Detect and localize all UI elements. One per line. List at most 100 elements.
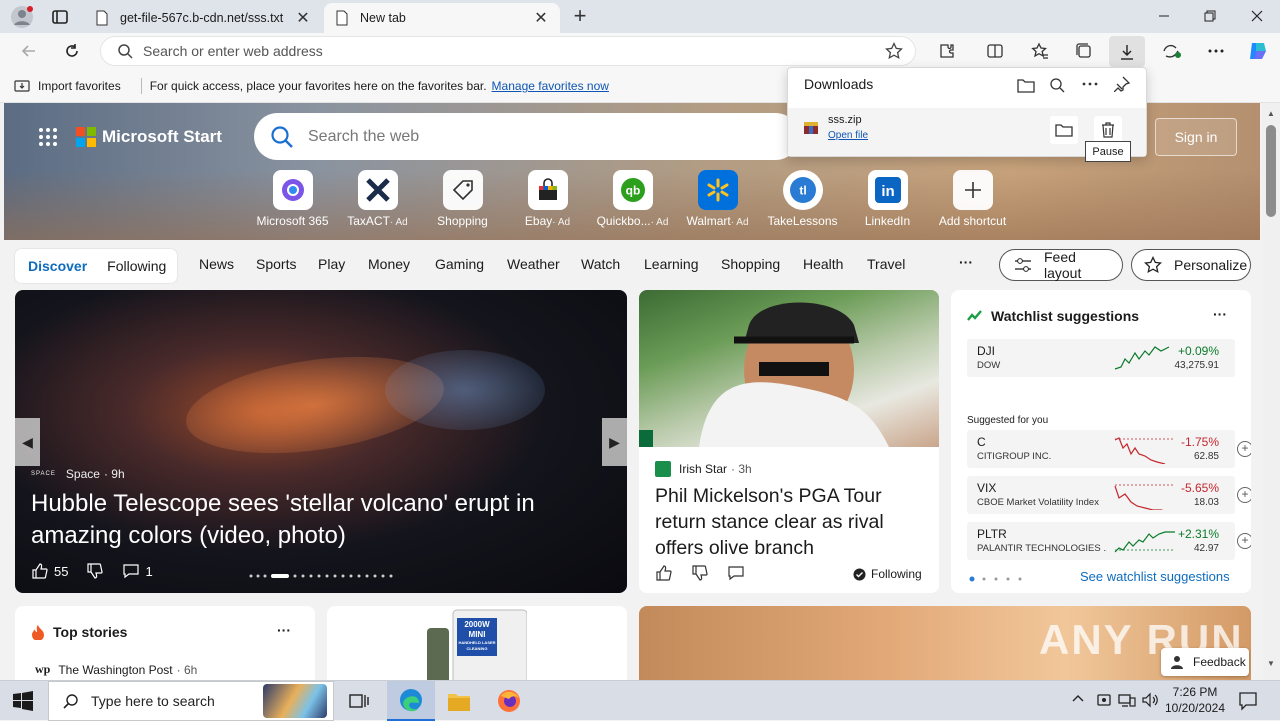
minimize-button[interactable] [1141,0,1187,32]
tab-sss-txt[interactable]: get-file-567c.b-cdn.net/sss.txt ✕ [84,3,322,33]
address-input[interactable]: Search or enter web address [143,43,885,59]
comment-icon[interactable] [727,564,745,582]
profile-avatar-icon[interactable] [10,5,34,29]
nav-learning[interactable]: Learning [644,256,699,272]
top-stories-more-button[interactable]: ··· [277,622,291,638]
shortcut-takelessons[interactable]: tl TakeLessons [760,170,845,228]
stock-row-c[interactable]: C CITIGROUP INC. -1.75% 62.85 + [967,430,1251,468]
image-story-card[interactable]: ANY RUN Feedback [639,606,1251,680]
manage-favorites-link[interactable]: Manage favorites now [492,79,609,93]
downloads-icon[interactable] [1109,36,1145,67]
shortcut-add[interactable]: Add shortcut [930,170,1015,228]
split-screen-icon[interactable] [980,37,1010,65]
feed-layout-button[interactable]: Feed layout [999,249,1123,281]
nav-shopping[interactable]: Shopping [721,256,780,272]
add-to-watchlist-icon[interactable]: + [1237,487,1251,503]
shortcut-walmart[interactable]: Walmart· Ad [675,170,760,228]
personalize-button[interactable]: Personalize [1131,249,1251,281]
microsoft-start-logo[interactable]: Microsoft Start [38,127,222,147]
shortcut-linkedin[interactable]: in LinkedIn [845,170,930,228]
comment-icon[interactable] [122,562,140,580]
settings-more-icon[interactable] [1201,37,1231,65]
carousel-next-button[interactable]: ▶ [602,418,627,466]
new-tab-button[interactable]: + [568,3,592,29]
downloads-more-icon[interactable] [1082,82,1098,86]
network-icon[interactable] [1118,692,1136,708]
back-icon[interactable] [14,37,44,65]
shortcut-microsoft-365[interactable]: Microsoft 365 [250,170,335,228]
tab-actions-icon[interactable] [50,7,70,27]
favorite-star-icon[interactable] [885,42,903,60]
tab-close-icon[interactable]: ✕ [532,8,550,28]
pin-icon[interactable] [1114,76,1130,92]
address-bar[interactable]: Search or enter web address [100,36,916,66]
nav-play[interactable]: Play [318,256,345,272]
extensions-icon[interactable] [932,37,962,65]
taskbar-search[interactable]: Type here to search [48,681,334,721]
shortcut-taxact[interactable]: TaxACT· Ad [335,170,420,228]
add-to-watchlist-icon[interactable]: + [1237,533,1251,549]
nav-health[interactable]: Health [803,256,843,272]
dislike-icon[interactable] [691,564,709,582]
taskbar-clock[interactable]: 7:26 PM 10/20/2024 [1156,684,1234,716]
edge-taskbar-icon[interactable] [387,681,435,721]
nav-watch[interactable]: Watch [581,256,620,272]
like-icon[interactable] [31,562,49,580]
shortcut-quickbooks[interactable]: qb Quickbo...· Ad [590,170,675,228]
nav-more-button[interactable]: ··· [959,254,973,270]
add-to-watchlist-icon[interactable]: + [1237,441,1251,457]
restore-button[interactable] [1187,0,1233,32]
nav-travel[interactable]: Travel [867,256,905,272]
taskbar-search-input[interactable]: Type here to search [91,693,215,709]
web-search-box[interactable]: Search the web [254,113,799,160]
security-tray-icon[interactable] [1096,692,1112,708]
feedback-button[interactable]: Feedback [1161,648,1249,676]
nav-gaming[interactable]: Gaming [435,256,484,272]
notifications-icon[interactable] [1238,691,1258,711]
import-favorites-button[interactable]: Import favorites [38,79,121,93]
start-windows-icon[interactable] [13,691,33,711]
browser-essentials-icon[interactable] [1157,37,1187,65]
nav-sports[interactable]: Sports [256,256,296,272]
watchlist-more-button[interactable]: ··· [1213,306,1227,322]
scroll-up-arrow-icon[interactable]: ▲ [1267,109,1275,118]
scrollbar-thumb[interactable] [1266,125,1276,217]
shortcut-shopping[interactable]: Shopping [420,170,505,228]
hero-story-card[interactable]: ◀ ▶ SPACE Space · 9h Hubble Telescope se… [15,290,627,593]
see-watchlist-link[interactable]: See watchlist suggestions [1080,569,1230,584]
favorites-icon[interactable] [1025,37,1055,65]
carousel-dots[interactable] [248,573,408,579]
tab-following[interactable]: Following [107,258,166,274]
show-in-folder-icon[interactable] [1050,116,1078,144]
nav-weather[interactable]: Weather [507,256,560,272]
tray-chevron-icon[interactable] [1072,693,1084,703]
nav-money[interactable]: Money [368,256,410,272]
page-scrollbar[interactable]: ▲ ▼ [1262,103,1280,680]
refresh-icon[interactable] [57,37,87,65]
sign-in-button[interactable]: Sign in [1155,118,1237,156]
story-card[interactable]: Irish Star · 3h Phil Mickelson's PGA Tou… [639,290,939,593]
scroll-down-arrow-icon[interactable]: ▼ [1267,659,1275,668]
web-search-input[interactable]: Search the web [308,128,419,146]
story-headline[interactable]: Phil Mickelson's PGA Tour return stance … [655,483,925,561]
delete-download-icon[interactable] [1094,116,1122,144]
tab-discover[interactable]: Discover [28,258,87,274]
close-window-button[interactable] [1234,0,1280,32]
tab-close-icon[interactable]: ✕ [294,8,312,28]
like-icon[interactable] [655,564,673,582]
story-headline[interactable]: Hubble Telescope sees 'stellar volcano' … [31,488,591,552]
dislike-icon[interactable] [86,562,104,580]
copilot-icon[interactable] [1243,37,1273,65]
task-view-icon[interactable] [349,691,369,711]
following-badge[interactable]: Following [853,567,922,581]
search-downloads-icon[interactable] [1049,77,1065,93]
carousel-prev-button[interactable]: ◀ [15,418,40,466]
stock-row-pltr[interactable]: PLTR PALANTIR TECHNOLOGIES ... +2.31% 42… [967,522,1251,560]
open-file-link[interactable]: Open file [828,130,868,141]
tab-new-tab[interactable]: New tab ✕ [324,3,560,33]
open-folder-icon[interactable] [1017,77,1035,93]
stock-row-vix[interactable]: VIX CBOE Market Volatility Index -5.65% … [967,476,1251,514]
watchlist-pager-dots[interactable] [969,576,1029,582]
nav-news[interactable]: News [199,256,234,272]
stock-row-dji[interactable]: DJI DOW +0.09% 43,275.91 [967,339,1235,377]
